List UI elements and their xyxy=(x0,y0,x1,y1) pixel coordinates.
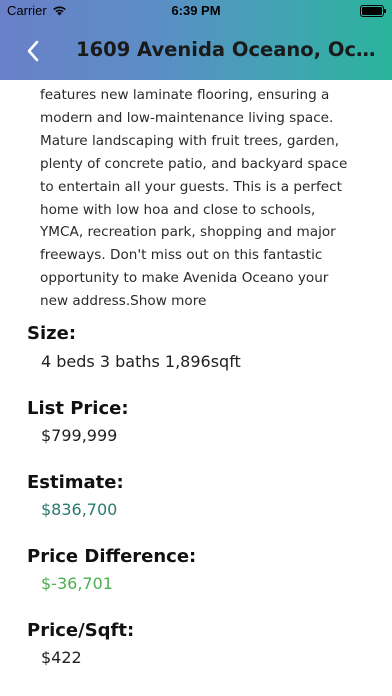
description-line: opportunity to make Avenida Oceano your xyxy=(40,270,329,287)
description-line: home with low hoa and close to schools, xyxy=(40,201,316,218)
list-price-label: List Price: xyxy=(27,398,129,419)
description-last-text: new address. xyxy=(40,293,131,310)
description-line-last: new address.Show more xyxy=(40,290,380,313)
page-title: 1609 Avenida Oceano, Oce... xyxy=(76,38,376,61)
price-sqft-label: Price/Sqft: xyxy=(27,620,135,641)
chevron-left-icon xyxy=(27,40,39,62)
size-value: 4 beds 3 baths 1,896sqft xyxy=(41,352,241,371)
nav-bar: 1609 Avenida Oceano, Oce... xyxy=(0,22,392,80)
price-difference-label: Price Difference: xyxy=(27,546,197,567)
estimate-label: Estimate: xyxy=(27,472,124,493)
description-line: to entertain all your guests. This is a … xyxy=(40,178,342,195)
status-time: 6:39 PM xyxy=(171,3,221,18)
description-line: freeways. Don't miss out on this fantast… xyxy=(40,247,323,264)
status-bar: Carrier 6:39 PM xyxy=(0,0,392,22)
description-line: YMCA, recreation park, shopping and majo… xyxy=(40,224,336,241)
price-sqft-value: $422 xyxy=(41,648,82,667)
size-label: Size: xyxy=(27,323,77,344)
description-line: modern and low-maintenance living space. xyxy=(40,109,334,126)
price-difference-value: $-36,701 xyxy=(41,574,113,593)
show-more-link[interactable]: Show more xyxy=(130,293,206,309)
description-line: features new laminate flooring, ensuring… xyxy=(40,87,330,103)
estimate-value: $836,700 xyxy=(41,500,118,519)
description-line: Mature landscaping with fruit trees, gar… xyxy=(40,132,340,149)
battery-fill xyxy=(362,7,382,15)
list-price-value: $799,999 xyxy=(41,426,118,445)
battery-icon xyxy=(360,5,386,17)
back-button[interactable] xyxy=(18,36,48,66)
listing-description: features new laminate flooring, ensuring… xyxy=(40,84,380,313)
description-line: plenty of concrete patio, and backyard s… xyxy=(40,155,348,172)
